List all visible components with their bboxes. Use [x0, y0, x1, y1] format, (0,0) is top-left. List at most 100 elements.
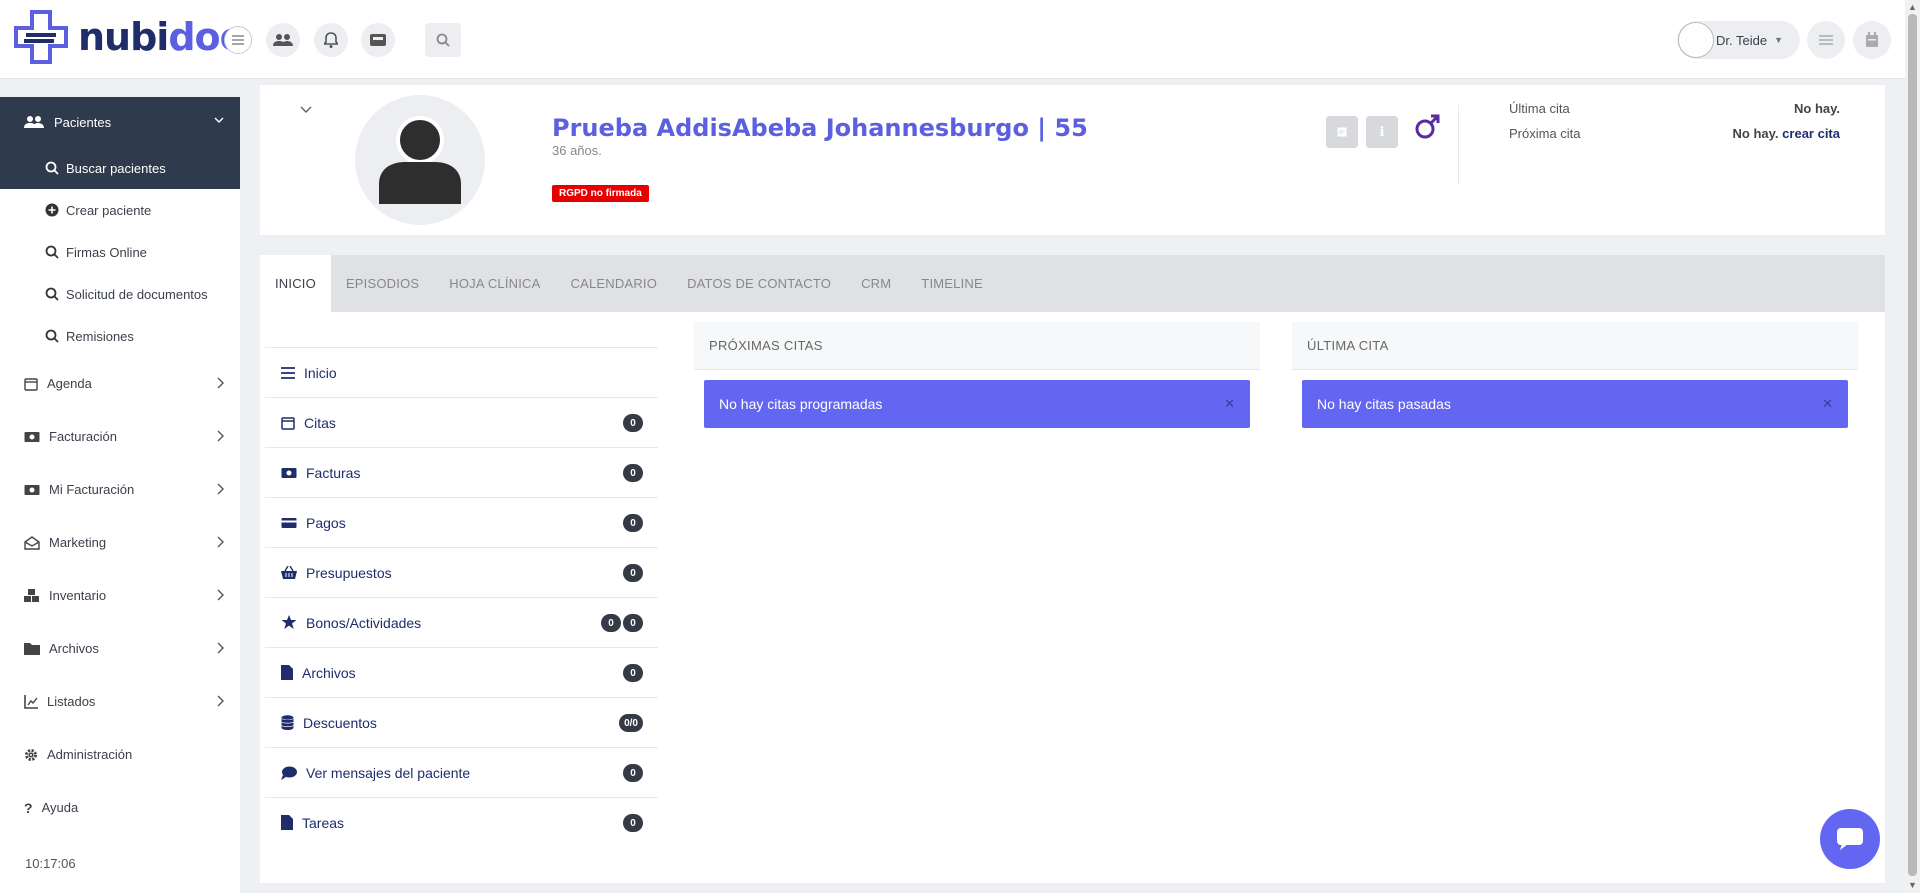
count-badge: 0	[623, 464, 643, 482]
medical-cross-logo-icon	[14, 10, 68, 64]
alert-text: No hay citas pasadas	[1317, 396, 1451, 412]
menu-item-label: Descuentos	[303, 714, 377, 731]
info-button[interactable]: i	[1366, 116, 1398, 148]
tab-crm[interactable]: CRM	[846, 255, 906, 312]
patient-name: Prueba AddisAbeba Johannesburgo | 55	[552, 114, 1088, 142]
boxes-icon	[24, 588, 39, 602]
tab-bar: INICIO EPISODIOS HOJA CLÍNICA CALENDARIO…	[260, 255, 1885, 312]
sidebar-item-label: Facturación	[49, 429, 117, 444]
cash-register-button[interactable]	[361, 23, 395, 57]
tab-inicio[interactable]: INICIO	[260, 255, 331, 312]
search-icon	[45, 329, 59, 343]
menu-item-label: Citas	[304, 414, 336, 431]
menu-item-pagos[interactable]: Pagos 0	[265, 497, 658, 547]
list-icon	[281, 366, 295, 379]
sidebar-item-marketing[interactable]: Marketing	[0, 516, 240, 569]
sidebar-item-label: Administración	[47, 747, 133, 762]
sidebar-item-ayuda[interactable]: ? Ayuda	[0, 781, 240, 834]
sidebar-item-listados[interactable]: Listados	[0, 675, 240, 728]
menu-item-presupuestos[interactable]: Presupuestos 0	[265, 547, 658, 597]
alert-message: No hay citas pasadas ✕	[1302, 380, 1848, 428]
menu-item-mensajes[interactable]: Ver mensajes del paciente 0	[265, 747, 658, 797]
count-badge: 0	[623, 564, 643, 582]
sidebar-item-archivos[interactable]: Archivos	[0, 622, 240, 675]
rgpd-badge[interactable]: RGPD no firmada	[552, 185, 649, 202]
chat-button[interactable]	[1820, 809, 1880, 869]
sidebar-item-label: Archivos	[49, 641, 99, 656]
file-icon	[281, 665, 293, 680]
sidebar-item-mi-facturacion[interactable]: Mi Facturación	[0, 463, 240, 516]
sidebar-subitem-label: Solicitud de documentos	[66, 286, 208, 302]
sidebar-subitem-remisiones[interactable]: Remisiones	[0, 315, 240, 357]
chevron-down-icon	[214, 117, 224, 123]
caret-down-icon: ▼	[1774, 35, 1783, 45]
search-button[interactable]	[425, 23, 461, 57]
tab-calendario[interactable]: CALENDARIO	[556, 255, 673, 312]
close-icon[interactable]: ✕	[1822, 396, 1833, 412]
users-button[interactable]	[266, 23, 300, 57]
scroll-down-icon[interactable]: ▼	[1908, 880, 1917, 890]
sidebar-subitem-firmas-online[interactable]: Firmas Online	[0, 231, 240, 273]
list-icon	[1819, 35, 1833, 45]
list-menu-button[interactable]	[1807, 21, 1845, 59]
cash-register-icon	[370, 34, 386, 46]
crear-cita-link[interactable]: crear cita	[1782, 126, 1840, 141]
logo-text: nubidoc	[78, 15, 242, 59]
proxima-cita-label: Próxima cita	[1509, 126, 1581, 141]
users-icon	[24, 116, 44, 128]
count-badge: 0	[623, 614, 643, 632]
close-icon[interactable]: ✕	[1224, 396, 1235, 412]
sidebar-subitem-buscar-pacientes[interactable]: Buscar pacientes	[0, 147, 240, 189]
comment-icon	[281, 766, 297, 780]
sidebar-subitem-crear-paciente[interactable]: Crear paciente	[0, 189, 240, 231]
note-button[interactable]	[1326, 116, 1358, 148]
tab-hoja-clinica[interactable]: HOJA CLÍNICA	[434, 255, 555, 312]
sidebar-subitem-label: Remisiones	[66, 328, 134, 344]
tab-episodios[interactable]: EPISODIOS	[331, 255, 434, 312]
question-icon: ?	[24, 799, 33, 816]
sidebar-item-agenda[interactable]: Agenda	[0, 357, 240, 410]
sidebar-item-administracion[interactable]: Administración	[0, 728, 240, 781]
scroll-thumb[interactable]	[1908, 14, 1917, 876]
user-menu[interactable]: Dr. Teide ▼	[1677, 21, 1800, 59]
patient-avatar[interactable]	[355, 95, 485, 225]
count-badge: 0	[623, 764, 643, 782]
calendar-icon	[24, 377, 38, 391]
sidebar-subitem-label: Buscar pacientes	[66, 160, 166, 176]
notifications-button[interactable]	[314, 23, 348, 57]
menu-item-label: Archivos	[302, 664, 356, 681]
search-icon	[436, 33, 450, 47]
folder-icon	[24, 643, 40, 655]
star-icon	[281, 615, 297, 629]
menu-item-inicio[interactable]: Inicio	[265, 347, 658, 397]
ultima-cita-panel: ÚLTIMA CITA No hay citas pasadas ✕	[1292, 322, 1858, 428]
basket-icon	[281, 565, 297, 579]
sidebar-item-label: Mi Facturación	[49, 482, 135, 497]
menu-item-bonos-actividades[interactable]: Bonos/Actividades 0 0	[265, 597, 658, 647]
sidebar-item-facturacion[interactable]: Facturación	[0, 410, 240, 463]
hamburger-icon	[232, 35, 244, 45]
sidebar-item-pacientes[interactable]: Pacientes	[0, 97, 240, 147]
money-bill-icon	[281, 467, 297, 478]
sidebar-subitem-solicitud-documentos[interactable]: Solicitud de documentos	[0, 273, 240, 315]
scrollbar[interactable]: ▲ ▼	[1905, 0, 1920, 893]
scroll-up-icon[interactable]: ▲	[1908, 2, 1917, 12]
tab-datos-contacto[interactable]: DATOS DE CONTACTO	[672, 255, 846, 312]
tab-timeline[interactable]: TIMELINE	[906, 255, 998, 312]
menu-item-descuentos[interactable]: Descuentos 0/0	[265, 697, 658, 747]
sidebar-item-inventario[interactable]: Inventario	[0, 569, 240, 622]
alert-text: No hay citas programadas	[719, 396, 883, 412]
menu-item-tareas[interactable]: Tareas 0	[265, 797, 658, 847]
chevron-down-icon[interactable]	[300, 105, 312, 115]
menu-item-facturas[interactable]: Facturas 0	[265, 447, 658, 497]
chevron-right-icon	[217, 695, 224, 707]
ultima-cita-label: Última cita	[1509, 101, 1570, 116]
calendar-button[interactable]	[1853, 21, 1891, 59]
menu-item-citas[interactable]: Citas 0	[265, 397, 658, 447]
menu-item-archivos[interactable]: Archivos 0	[265, 647, 658, 697]
menu-item-label: Facturas	[306, 464, 361, 481]
menu-item-label: Pagos	[306, 514, 346, 531]
logo[interactable]: nubidoc	[12, 8, 242, 66]
search-icon	[45, 161, 59, 175]
menu-toggle-button[interactable]	[224, 26, 252, 54]
